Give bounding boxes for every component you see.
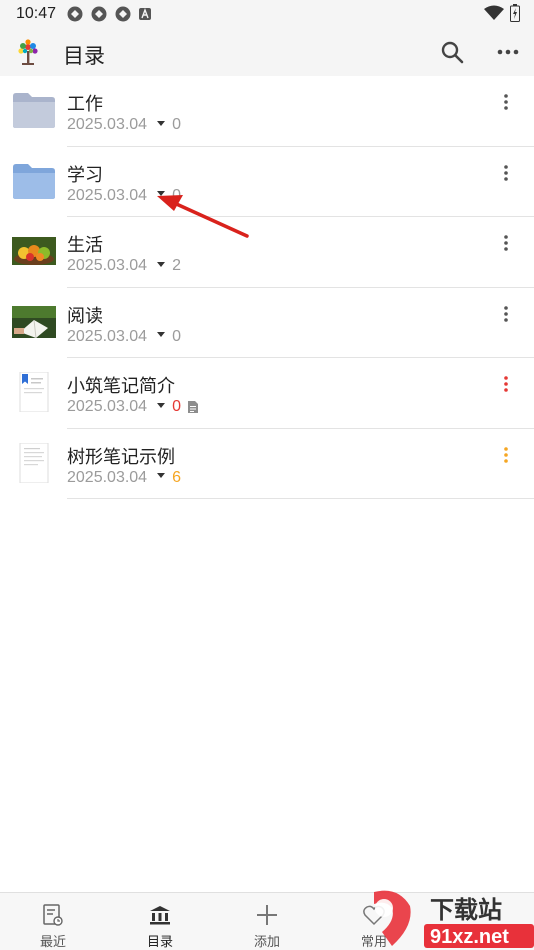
folder-icon bbox=[13, 163, 55, 199]
item-count: 0 bbox=[172, 116, 181, 133]
item-date: 2025.03.04 bbox=[67, 116, 148, 133]
item-meta: 2025.03.04 0 bbox=[67, 116, 181, 134]
recent-note-icon bbox=[43, 904, 63, 926]
item-name: 树形笔记示例 bbox=[67, 446, 175, 467]
wifi-icon bbox=[484, 5, 504, 20]
item-date: 2025.03.04 bbox=[67, 468, 148, 486]
item-date: 2025.03.04 bbox=[67, 257, 148, 274]
status-bar: 10:47 bbox=[0, 0, 534, 28]
item-count: 0 bbox=[172, 186, 181, 204]
item-date: 2025.03.04 bbox=[67, 186, 148, 204]
item-count: 0 bbox=[172, 398, 181, 415]
item-meta: 2025.03.04 6 bbox=[67, 469, 181, 487]
caret-down-icon[interactable] bbox=[157, 402, 166, 408]
page-title: 目录 bbox=[63, 45, 105, 68]
site-watermark-logo: 下载站 91xz.net bbox=[374, 890, 534, 948]
caret-down-icon[interactable] bbox=[157, 191, 166, 196]
list-item[interactable]: 学习 2025.03.04 0 bbox=[0, 147, 534, 217]
document-bookmark-thumbnail bbox=[19, 372, 49, 412]
item-name: 工作 bbox=[67, 94, 103, 114]
system-status-icons bbox=[484, 4, 520, 22]
fruit-photo-thumbnail bbox=[12, 237, 56, 265]
nav-label: 添加 bbox=[253, 934, 280, 949]
plus-icon bbox=[257, 905, 277, 925]
app-bar: 目录 bbox=[0, 28, 534, 76]
app-notification-icon bbox=[67, 6, 83, 22]
list-item[interactable]: 树形笔记示例 2025.03.04 6 bbox=[0, 429, 534, 499]
notification-icons bbox=[66, 5, 152, 23]
item-meta: 2025.03.04 0 bbox=[67, 398, 199, 416]
caret-down-icon[interactable] bbox=[157, 261, 166, 267]
document-thumbnail bbox=[19, 442, 49, 483]
more-vertical-icon[interactable] bbox=[496, 372, 516, 396]
document-icon bbox=[187, 401, 198, 413]
search-icon[interactable] bbox=[438, 38, 466, 66]
list-item[interactable]: 生活 2025.03.04 2 bbox=[0, 217, 534, 288]
divider bbox=[67, 498, 534, 499]
item-name: 小筑笔记简介 bbox=[67, 376, 175, 396]
item-date: 2025.03.04 bbox=[67, 327, 148, 345]
more-vertical-icon[interactable] bbox=[496, 443, 516, 467]
item-meta: 2025.03.04 2 bbox=[67, 257, 181, 275]
more-vertical-icon[interactable] bbox=[496, 161, 516, 185]
item-name: 生活 bbox=[67, 235, 103, 255]
reading-photo-thumbnail bbox=[12, 305, 56, 338]
list-item[interactable]: 小筑笔记简介 2025.03.04 0 bbox=[0, 358, 534, 429]
item-date: 2025.03.04 bbox=[67, 398, 148, 415]
app-notification-icon bbox=[115, 6, 131, 22]
item-name: 阅读 bbox=[67, 305, 103, 326]
item-meta: 2025.03.04 0 bbox=[67, 328, 181, 346]
nav-recent[interactable]: 最近 bbox=[0, 893, 106, 950]
app-notification-icon bbox=[91, 6, 107, 22]
item-count: 6 bbox=[172, 468, 181, 486]
directory-list: 工作 2025.03.04 0 学习 2025.03.04 0 生活 2025.… bbox=[0, 76, 534, 499]
caret-down-icon[interactable] bbox=[157, 473, 166, 478]
more-vertical-icon[interactable] bbox=[496, 231, 516, 255]
nav-add[interactable]: 添加 bbox=[214, 893, 320, 950]
more-vertical-icon[interactable] bbox=[496, 90, 516, 114]
library-icon bbox=[150, 906, 170, 925]
caret-down-icon[interactable] bbox=[157, 332, 166, 337]
list-item[interactable]: 工作 2025.03.04 0 bbox=[0, 76, 534, 147]
a-notification-icon bbox=[139, 8, 151, 20]
watermark-url: 91xz.net bbox=[430, 926, 509, 948]
folder-icon bbox=[13, 93, 55, 128]
caret-down-icon[interactable] bbox=[157, 120, 166, 126]
nav-label: 最近 bbox=[39, 934, 66, 949]
item-count: 0 bbox=[172, 327, 181, 345]
item-meta: 2025.03.04 0 bbox=[67, 187, 181, 205]
more-horizontal-icon[interactable] bbox=[494, 38, 522, 66]
status-time: 10:47 bbox=[16, 5, 57, 22]
watermark-text: 下载站 bbox=[430, 897, 502, 924]
item-count: 2 bbox=[172, 257, 181, 274]
nav-label: 目录 bbox=[146, 934, 173, 949]
more-vertical-icon[interactable] bbox=[496, 302, 516, 326]
list-item[interactable]: 阅读 2025.03.04 0 bbox=[0, 288, 534, 358]
battery-icon bbox=[510, 4, 520, 22]
item-name: 学习 bbox=[67, 164, 103, 185]
tree-logo-icon bbox=[18, 39, 38, 65]
nav-directory[interactable]: 目录 bbox=[107, 893, 213, 950]
